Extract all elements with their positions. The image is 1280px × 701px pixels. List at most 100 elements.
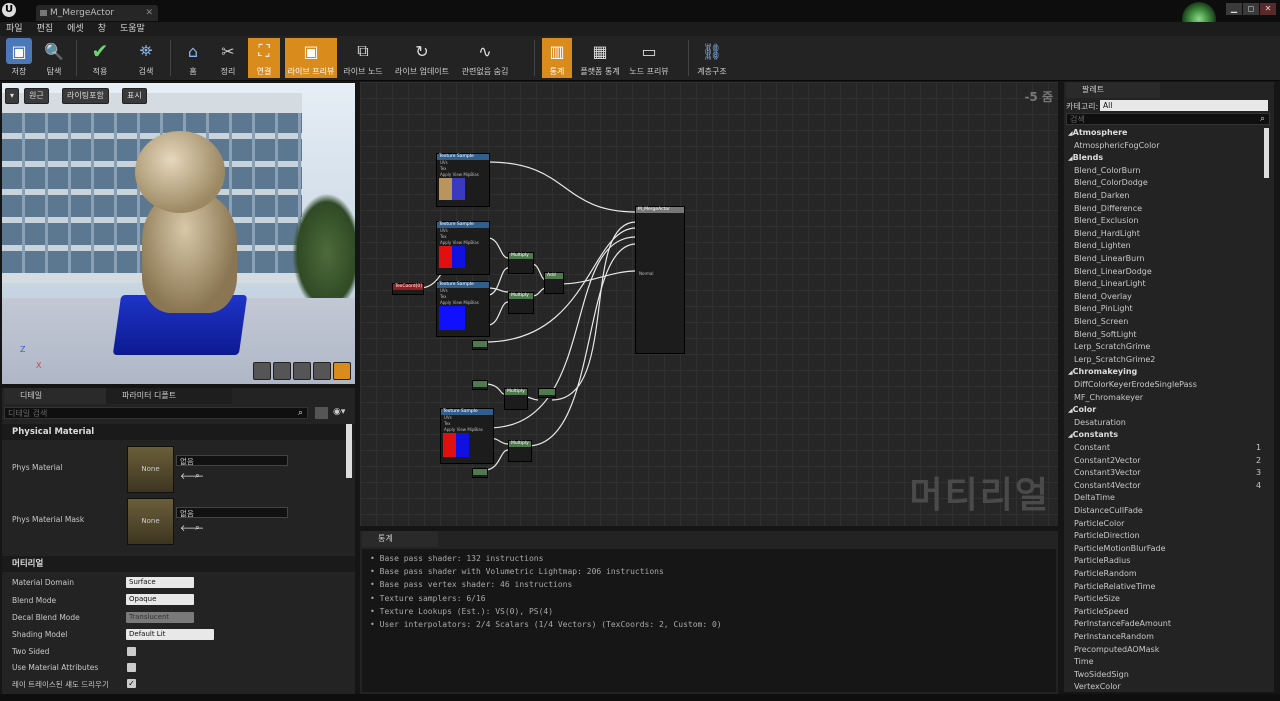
material-domain-dropdown[interactable]: Surface [126,577,194,588]
multiply-node[interactable]: Multiply [504,388,528,410]
palette-item[interactable]: PrecomputedAOMask [1074,645,1159,654]
palette-item[interactable]: ParticleSize [1074,594,1120,603]
preview-viewport[interactable]: ▾ 원근 라이팅포함 표시 Z X [2,83,355,384]
palette-item[interactable]: Blend_PinLight [1074,304,1133,313]
constant-node[interactable] [538,388,556,398]
palette-category[interactable]: ◢Constants [1068,430,1118,439]
multiply-node[interactable]: Multiply [508,440,532,462]
use-selected-icon[interactable]: 🡐 [180,523,204,534]
palette-item[interactable]: MF_Chromakeyer [1074,393,1143,402]
palette-item[interactable]: Blend_HardLight [1074,229,1140,238]
menu-file[interactable]: 파일 [6,22,23,36]
texture-sample-node[interactable]: Texture Sample UVs Tex Apply View MipBia… [436,153,490,207]
show-button[interactable]: 표시 [122,88,147,104]
palette-item[interactable]: Blend_Difference [1074,204,1142,213]
live-nodes-button[interactable]: ⧉ 라이브 노드 [340,38,386,78]
palette-item[interactable]: Blend_Exclusion [1074,216,1138,225]
palette-item[interactable]: Blend_Darken [1074,191,1129,200]
cast-ray-traced-shadows-checkbox[interactable]: ✓ [127,679,136,688]
plane-mesh-icon[interactable] [293,362,311,380]
home-button[interactable]: ⌂ 홈 [178,38,208,78]
palette-item[interactable]: Blend_SoftLight [1074,330,1137,339]
document-tab[interactable]: M_MergeActor ✕ [36,5,158,21]
close-button[interactable]: ✕ [1260,3,1276,15]
constant-node[interactable] [472,468,488,478]
multiply-node[interactable]: Multiply [508,252,534,274]
normal-pin[interactable]: Normal [636,271,684,277]
palette-item[interactable]: ParticleRelativeTime [1074,582,1155,591]
phys-material-thumbnail[interactable]: None [127,446,174,493]
platform-stats-button[interactable]: ▦ 플랫폼 통계 [578,38,622,78]
palette-item[interactable]: DistanceCullFade [1074,506,1143,515]
palette-item[interactable]: Constant4Vector [1074,481,1141,490]
lighting-mode-button[interactable]: 라이팅포함 [62,88,109,104]
palette-item[interactable]: AtmosphericFogColor [1074,141,1159,150]
two-sided-checkbox[interactable] [127,647,136,656]
hide-unrelated-button[interactable]: ∿ 관련없음 숨김 [456,38,514,78]
phys-material-mask-combo[interactable]: 없음 [176,507,288,518]
sphere-mesh-icon[interactable] [273,362,291,380]
palette-category[interactable]: ◢Color [1068,405,1096,414]
menu-window[interactable]: 창 [98,22,106,36]
use-selected-icon[interactable]: 🡐 [180,471,204,482]
tab-parameter-defaults[interactable]: 파라미터 디폴트 [106,388,232,404]
palette-item[interactable]: Blend_ColorDodge [1074,178,1148,187]
palette-item[interactable]: PerInstanceRandom [1074,632,1154,641]
palette-item[interactable]: ParticleDirection [1074,531,1140,540]
use-material-attributes-checkbox[interactable] [127,663,136,672]
palette-item[interactable]: Lerp_ScratchGrime2 [1074,355,1155,364]
stats-button[interactable]: ▥ 통계 [542,38,572,78]
palette-item[interactable]: ParticleSpeed [1074,607,1129,616]
apply-button[interactable]: ✔ 적용 [84,38,116,78]
custom-mesh-icon[interactable] [333,362,351,380]
details-scrollbar[interactable] [346,424,352,478]
minimize-button[interactable]: ▁ [1226,3,1242,15]
menu-edit[interactable]: 편집 [37,22,54,36]
palette-item[interactable]: Desaturation [1074,418,1126,427]
palette-item[interactable]: Time [1074,657,1094,666]
menu-help[interactable]: 도움말 [120,22,145,36]
search-button[interactable]: ⛯ 검색 [128,38,164,78]
add-node[interactable]: Add [544,272,564,294]
palette-item[interactable]: Blend_Overlay [1074,292,1132,301]
palette-item[interactable]: Blend_ColorBurn [1074,166,1140,175]
palette-item[interactable]: Lerp_ScratchGrime [1074,342,1150,351]
palette-item[interactable]: Constant [1074,443,1110,452]
palette-item[interactable]: Constant3Vector [1074,468,1141,477]
live-preview-button[interactable]: ▣ 라이브 프리뷰 [285,38,337,78]
multiply-node[interactable]: Multiply [508,292,534,314]
palette-item[interactable]: Blend_LinearDodge [1074,267,1152,276]
texcoord-node[interactable]: TexCoord[0] [392,283,424,295]
section-physical-material[interactable]: Physical Material [2,424,355,440]
eye-icon[interactable]: ◉▾ [333,407,345,417]
browse-asset-icon[interactable]: ⌕ [195,523,200,533]
cube-mesh-icon[interactable] [313,362,331,380]
cylinder-mesh-icon[interactable] [253,362,271,380]
palette-category[interactable]: ◢Atmosphere [1068,128,1127,137]
phys-material-mask-thumbnail[interactable]: None [127,498,174,545]
palette-search-input[interactable]: 검색 [1066,113,1270,125]
constant-node[interactable] [472,380,488,390]
perspective-button[interactable]: 원근 [24,88,49,104]
constant-node[interactable] [472,340,488,350]
palette-item[interactable]: VertexColor [1074,682,1121,691]
shading-model-dropdown[interactable]: Default Lit [126,629,214,640]
save-button[interactable]: ▣ 저장 [4,38,34,78]
texture-sample-node[interactable]: Texture Sample UVs Tex Apply View MipBia… [440,408,494,464]
palette-item[interactable]: Constant2Vector [1074,456,1141,465]
palette-item[interactable]: Blend_Lighten [1074,241,1131,250]
view-options-icon[interactable] [315,407,328,419]
palette-item[interactable]: ParticleRadius [1074,556,1130,565]
blend-mode-dropdown[interactable]: Opaque [126,594,194,605]
category-dropdown[interactable]: All [1100,100,1268,111]
connect-button[interactable]: ⛶ 연결 [248,38,280,78]
browse-asset-icon[interactable]: ⌕ [195,471,200,481]
palette-item[interactable]: Blend_Screen [1074,317,1128,326]
close-tab-icon[interactable]: ✕ [145,5,153,21]
texture-sample-node[interactable]: Texture Sample UVs Tex Apply View MipBia… [436,281,490,337]
palette-category[interactable]: ◢Blends [1068,153,1103,162]
palette-item[interactable]: ParticleRandom [1074,569,1137,578]
details-search-input[interactable]: 디테일 검색 [4,407,308,419]
palette-scrollbar[interactable] [1264,128,1269,178]
palette-item[interactable]: DeltaTime [1074,493,1115,502]
